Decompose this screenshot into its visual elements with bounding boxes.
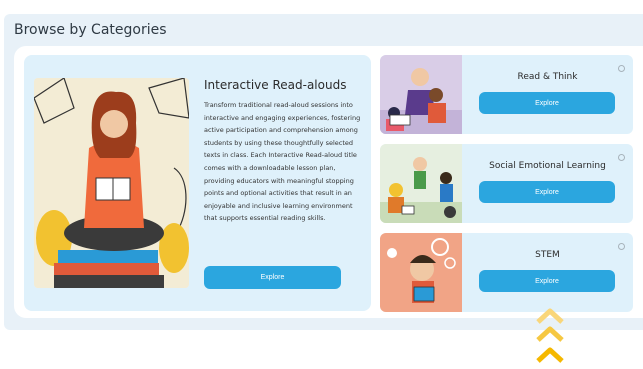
category-title: Social Emotional Learning — [489, 161, 606, 171]
category-title: Read & Think — [517, 72, 578, 82]
featured-illustration — [34, 78, 189, 288]
section-title: Browse by Categories — [14, 22, 167, 38]
category-card-stem: STEM Explore — [380, 233, 633, 312]
sel-illustration — [380, 144, 462, 223]
featured-description: Transform traditional read-aloud session… — [204, 101, 361, 223]
info-icon — [618, 65, 625, 72]
featured-title: Interactive Read-alouds — [204, 78, 347, 92]
category-title: STEM — [535, 250, 560, 260]
read-think-explore-button[interactable]: Explore — [479, 92, 615, 114]
featured-explore-button[interactable]: Explore — [204, 266, 341, 289]
category-card-social-emotional-learning: Social Emotional Learning Explore — [380, 144, 633, 223]
category-card-read-think: Read & Think Explore — [380, 55, 633, 134]
sel-explore-button[interactable]: Explore — [479, 181, 615, 203]
scroll-chevrons-icon — [536, 306, 564, 369]
read-think-illustration — [380, 55, 462, 134]
info-icon — [618, 154, 625, 161]
info-icon — [618, 243, 625, 250]
stem-explore-button[interactable]: Explore — [479, 270, 615, 292]
stem-illustration — [380, 233, 462, 312]
